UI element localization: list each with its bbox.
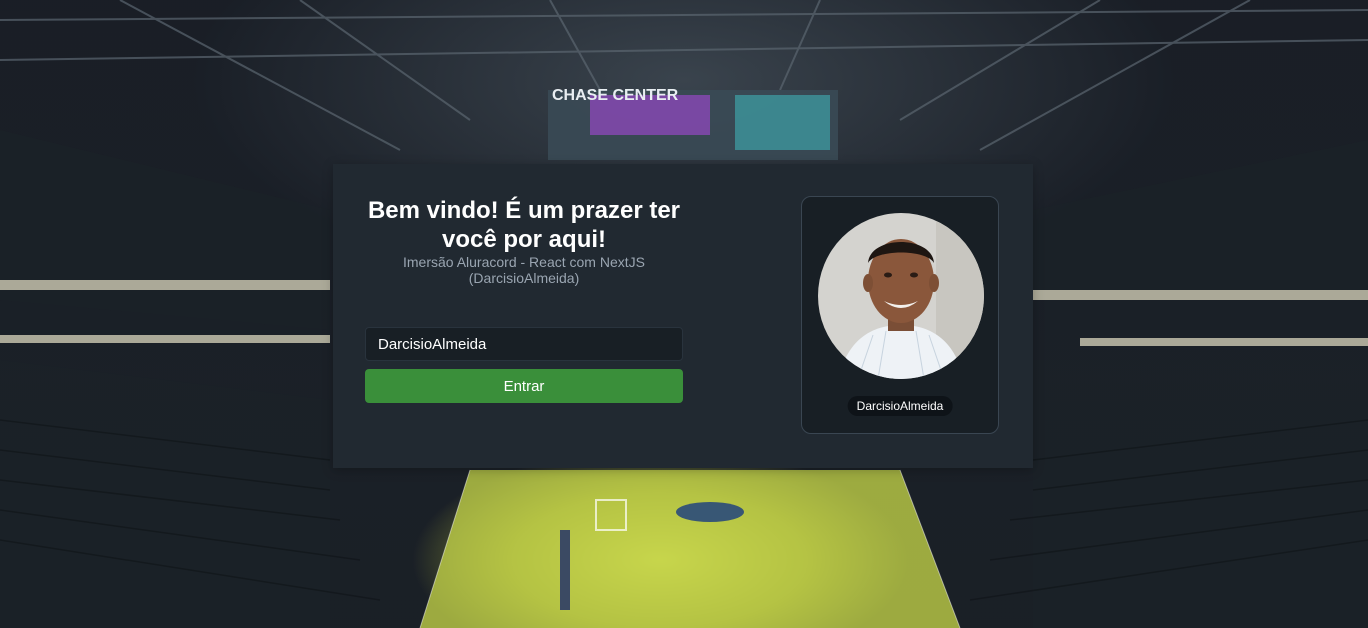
username-tag: DarcisioAlmeida [847, 396, 953, 416]
profile-panel: DarcisioAlmeida [801, 196, 999, 434]
scoreboard-label: CHASE CENTER [552, 87, 679, 104]
welcome-title: Bem vindo! É um prazer ter você por aqui… [367, 197, 681, 253]
enter-button[interactable]: Entrar [365, 369, 683, 403]
profile-photo [818, 213, 984, 379]
app-subtitle: Imersão Aluracord - React com NextJS (Da… [403, 254, 645, 286]
avatar [818, 213, 984, 379]
username-input[interactable] [365, 327, 683, 361]
login-form: Bem vindo! É um prazer ter você por aqui… [365, 196, 683, 403]
login-card: Bem vindo! É um prazer ter você por aqui… [333, 164, 1033, 468]
